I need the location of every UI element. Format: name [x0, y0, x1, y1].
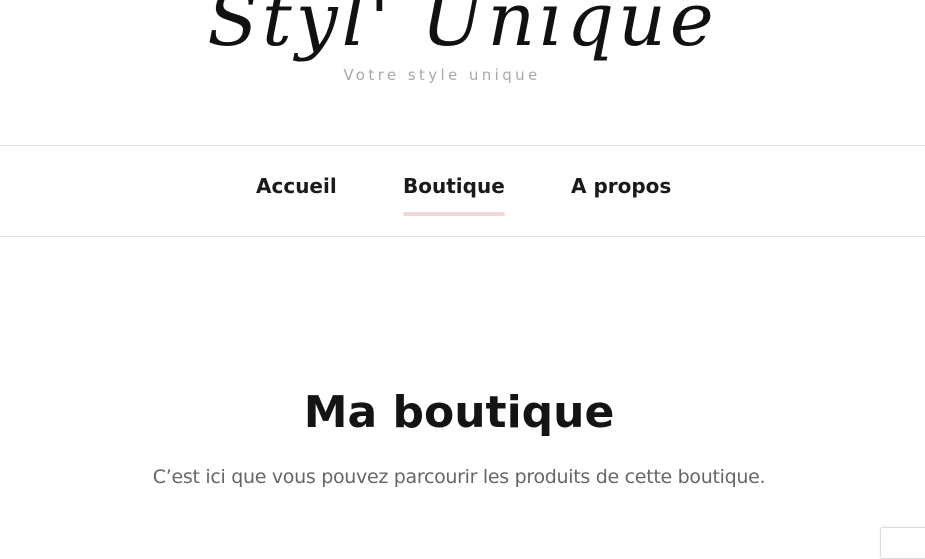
floating-widget[interactable]	[880, 527, 925, 559]
main-navigation: Accueil Boutique A propos	[0, 145, 925, 237]
page-title: Ma boutique	[303, 387, 615, 439]
nav-item-label: Accueil	[256, 174, 337, 198]
site-header: Styl' Unique Votre style unique	[0, 0, 925, 145]
site-tagline: Votre style unique	[343, 66, 541, 84]
nav-item-accueil[interactable]: Accueil	[256, 174, 337, 214]
nav-item-boutique[interactable]: Boutique	[403, 174, 505, 216]
nav-item-label: A propos	[571, 174, 672, 198]
nav-item-label: Boutique	[403, 174, 505, 198]
site-logo[interactable]: Styl' Unique	[0, 0, 925, 70]
active-nav-indicator	[403, 212, 505, 216]
nav-item-a-propos[interactable]: A propos	[571, 174, 671, 214]
page-description: C’est ici que vous pouvez parcourir les …	[152, 466, 766, 488]
